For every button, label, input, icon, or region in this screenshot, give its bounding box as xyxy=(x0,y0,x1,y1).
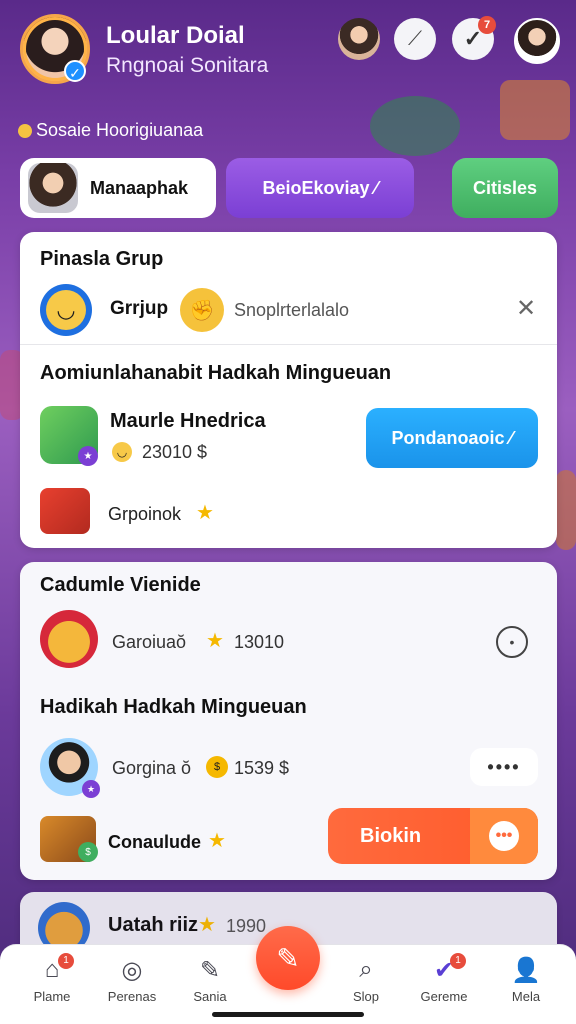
smiley-icon[interactable]: ◡ xyxy=(40,284,92,336)
nav-item-search[interactable]: ⌕ Slop xyxy=(330,955,402,1004)
preview-name: Uatah riiz xyxy=(108,914,199,936)
section-label: Sosaie Hoorigiuanaa xyxy=(18,120,203,141)
chat-icon[interactable]: • xyxy=(496,626,528,658)
group-card: Pinasla Grup ◡ Grrjup ✊ Snoplrterlalalo … xyxy=(20,232,557,548)
item-title: Maurle Hnedrica xyxy=(110,410,266,432)
profile-pill-label: Manaaphak xyxy=(90,177,189,198)
swipe-icon[interactable]: ⟋ xyxy=(394,18,436,60)
row1-value: 13010 xyxy=(234,632,285,652)
close-icon[interactable]: ✕ xyxy=(516,294,536,323)
nav-item-profile[interactable]: 👤 Mela xyxy=(490,955,562,1005)
nav-label: Perenas xyxy=(107,989,157,1004)
divider xyxy=(20,344,557,345)
app-title: Loular Doial xyxy=(106,22,245,49)
verified-icon: ✓ xyxy=(64,60,86,82)
nav-badge: 1 xyxy=(58,953,74,969)
more-options-button[interactable]: •••• xyxy=(470,748,538,786)
profile-pill-button[interactable]: Manaaphak xyxy=(20,158,216,218)
money-icon: $ xyxy=(78,842,98,862)
primary-action-label: Pondanoaoic ⁄ xyxy=(391,427,513,448)
chat-button[interactable]: ••• xyxy=(470,808,538,864)
book-button-label: Biokin xyxy=(360,824,422,847)
star-icon: ★ xyxy=(198,914,216,936)
green-pill-label: Citisles xyxy=(472,177,538,198)
item-value: 23010 $ xyxy=(142,442,208,462)
emoji-coin-icon: ◡ xyxy=(112,442,132,462)
coin-icon: $ xyxy=(206,756,228,778)
row2-name: Gorgina ŏ xyxy=(112,758,192,778)
nav-label: Mela xyxy=(511,989,541,1004)
activity-card: Cadumle Vienide Garoiuaŏ ★ 13010 • Hadik… xyxy=(20,562,557,880)
pill-avatar xyxy=(28,163,78,213)
nav-label: Gereme xyxy=(420,989,468,1004)
home-indicator xyxy=(212,1012,364,1017)
cat-avatar[interactable] xyxy=(40,610,98,668)
account-avatar[interactable] xyxy=(514,18,560,64)
home-icon: ⌂ xyxy=(44,956,60,983)
friend-avatar[interactable] xyxy=(338,18,380,60)
background-gift-decoration xyxy=(556,470,576,550)
user-icon: 👤 xyxy=(511,956,541,984)
reward-label: Conaulude xyxy=(108,832,201,852)
purple-pill-label: BeioEkoviay ⁄ xyxy=(262,177,378,198)
book-button[interactable]: Biokin ••• xyxy=(328,808,538,864)
card-title: Cadumle Vienide xyxy=(40,574,201,596)
fist-icon: ✊ xyxy=(180,288,224,332)
nav-label: Plame xyxy=(33,989,71,1004)
coin-icon xyxy=(18,123,32,138)
primary-action-button[interactable]: Pondanoaoic ⁄ xyxy=(366,408,538,468)
reward-label: Grpoinok xyxy=(108,504,182,524)
notification-badge: 7 xyxy=(478,16,496,34)
row2-value: 1539 $ xyxy=(234,758,290,778)
check-circle-icon: ✔ xyxy=(433,956,455,984)
card-title: Pinasla Grup xyxy=(40,248,164,270)
group-detail: Snoplrterlalalo xyxy=(234,300,350,320)
section-subtitle: Hadikah Hadkah Mingueuan xyxy=(40,696,307,718)
nav-item-edit[interactable]: ✎ Sania xyxy=(174,955,246,1005)
nav-badge: 1 xyxy=(450,953,466,969)
purple-pill-button[interactable]: BeioEkoviay ⁄ xyxy=(226,158,414,218)
star-icon: ★ xyxy=(206,630,224,652)
compass-icon: ◎ xyxy=(121,956,143,984)
green-pill-button[interactable]: Citisles xyxy=(452,158,558,218)
group-label: Grrjup xyxy=(110,298,169,319)
row1-name: Garoiuaŏ xyxy=(112,632,187,652)
section-label-text: Sosaie Hoorigiuanaa xyxy=(36,120,204,140)
chat-bubble-icon: ••• xyxy=(489,821,519,851)
search-icon: ⌕ xyxy=(359,956,373,983)
nav-label: Sania xyxy=(193,989,227,1004)
star-icon: ★ xyxy=(208,830,226,852)
nav-item-check[interactable]: ✔ 1 Gereme xyxy=(408,953,480,1004)
preview-value: 1990 xyxy=(226,916,267,936)
gift-box-icon xyxy=(40,488,90,534)
star-icon: ★ xyxy=(196,502,214,524)
app-header: ✓ Loular Doial Rngnoai Sonitara ⟋ ✓ 7 xyxy=(0,0,576,110)
app-subtitle: Rngnoai Sonitara xyxy=(106,54,269,77)
edit-icon: ✎ xyxy=(199,956,221,984)
badge-icon: ★ xyxy=(78,446,98,466)
nav-label: Slop xyxy=(352,989,380,1004)
section-subtitle: Aomiunlahanabit Hadkah Mingueuan xyxy=(40,362,392,384)
nav-item-compass[interactable]: ◎ Perenas xyxy=(96,955,168,1005)
compose-button[interactable]: ✎ xyxy=(256,926,320,990)
badge-icon: ★ xyxy=(82,780,100,798)
nav-item-home[interactable]: ⌂ 1 Plame xyxy=(16,953,88,1004)
